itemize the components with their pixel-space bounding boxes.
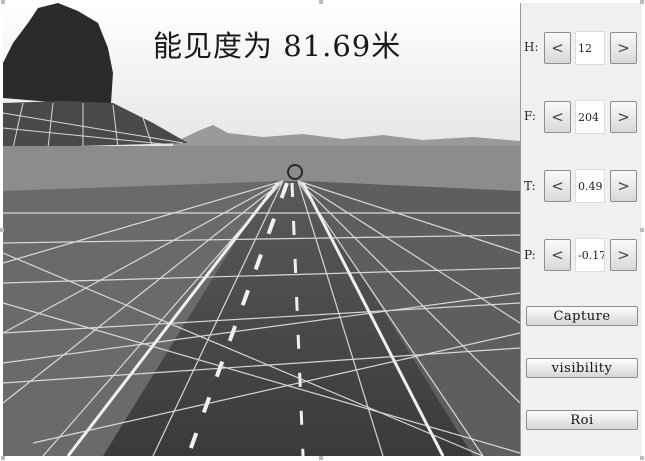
visibility-readout: 能见度为 81.69米 [153, 29, 402, 63]
resize-handle-left[interactable] [0, 228, 4, 232]
visibility-button[interactable]: visibility [526, 358, 638, 378]
p-value-field[interactable]: -0.17 [575, 238, 605, 272]
resize-handle-right[interactable] [640, 228, 644, 232]
t-label: T: [524, 179, 536, 193]
resize-handle-top-left[interactable] [1, 0, 5, 4]
camera-view[interactable]: 能见度为 81.69米 [3, 3, 520, 456]
resize-handle-top[interactable] [319, 0, 323, 4]
p-label: P: [524, 248, 536, 262]
app-window: 能见度为 81.69米 H: < 12 > F: < 204 > T: < 0.… [0, 0, 645, 461]
resize-handle-bottom-left[interactable] [1, 456, 5, 460]
f-value-field[interactable]: 204 [575, 100, 605, 134]
t-increase-button[interactable]: > [610, 170, 637, 202]
resize-handle-bottom-right[interactable] [640, 456, 644, 460]
t-decrease-button[interactable]: < [544, 170, 571, 202]
resize-handle-top-right[interactable] [640, 0, 644, 4]
capture-button[interactable]: Capture [526, 306, 638, 326]
p-increase-button[interactable]: > [610, 239, 637, 271]
p-decrease-button[interactable]: < [544, 239, 571, 271]
t-value-field[interactable]: 0.49 [575, 169, 605, 203]
f-increase-button[interactable]: > [610, 101, 637, 133]
h-value-field[interactable]: 12 [575, 31, 605, 65]
f-decrease-button[interactable]: < [544, 101, 571, 133]
f-label: F: [524, 109, 536, 123]
h-decrease-button[interactable]: < [544, 32, 571, 64]
h-increase-button[interactable]: > [610, 32, 637, 64]
roi-button[interactable]: Roi [526, 410, 638, 430]
control-panel: H: < 12 > F: < 204 > T: < 0.49 > P: < -0… [520, 3, 642, 456]
h-label: H: [524, 40, 539, 54]
road-scene-image [3, 3, 520, 456]
resize-handle-bottom[interactable] [319, 456, 323, 460]
